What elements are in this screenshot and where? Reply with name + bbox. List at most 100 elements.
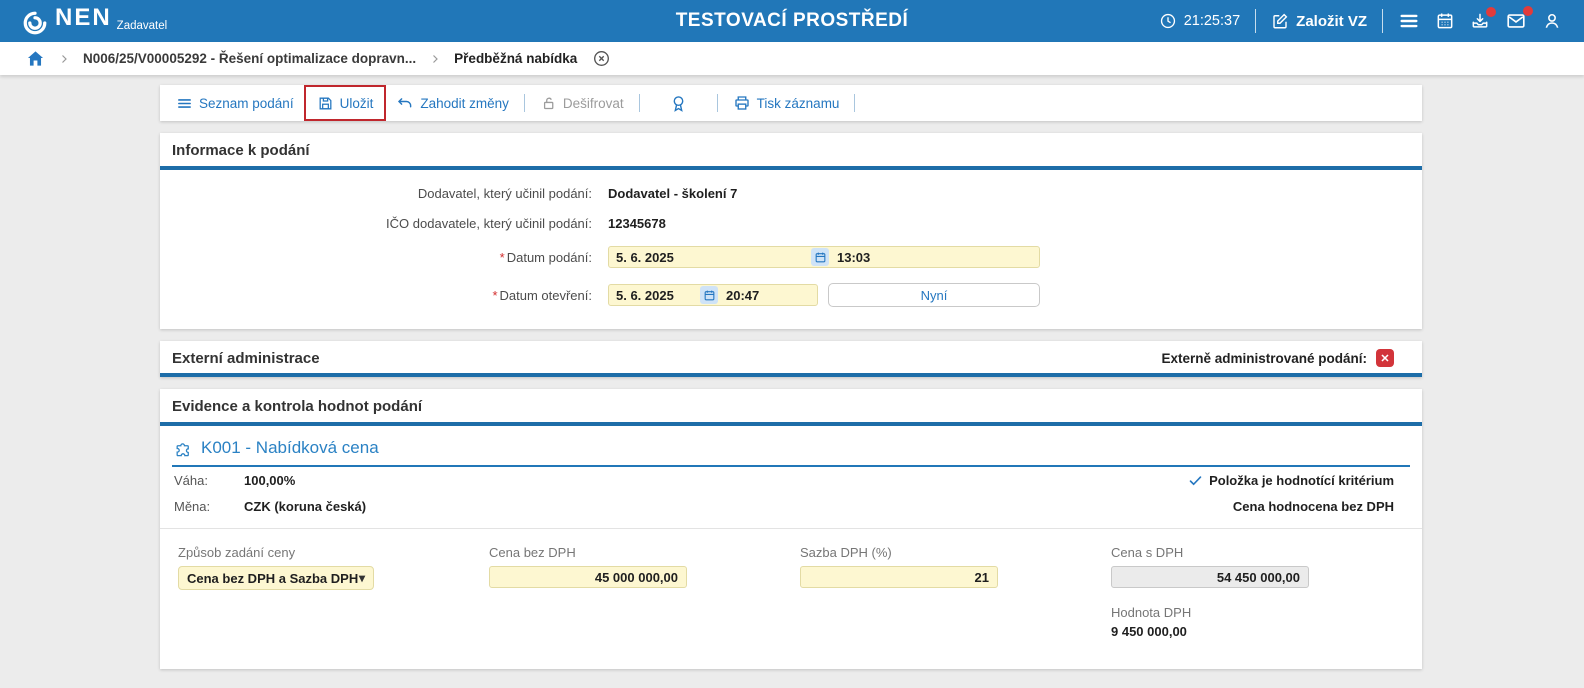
ico-label: IČO dodavatele, který učinil podání: [386, 216, 592, 231]
vat-rate-label: Sazba DPH (%) [800, 545, 892, 560]
chevron-down-icon: ▾ [358, 571, 365, 585]
save-label: Uložit [339, 95, 374, 111]
price-with-vat-column: Cena s DPH 54 450 000,00 Hodnota DPH 9 4… [1111, 545, 1422, 639]
vat-amount-label: Hodnota DPH [1111, 605, 1192, 620]
print-record-button[interactable]: Tisk záznamu [727, 94, 846, 112]
home-button[interactable] [26, 49, 45, 68]
now-button[interactable]: Nyní [828, 283, 1040, 307]
puzzle-icon [174, 439, 193, 458]
vat-amount-value: 9 450 000,00 [1111, 624, 1187, 639]
price-with-vat-label: Cena s DPH [1111, 545, 1184, 560]
seznam-podani-button[interactable]: Seznam podání [170, 95, 300, 112]
opening-datetime-field[interactable]: 5. 6. 2025 20:47 [608, 284, 818, 306]
unlock-icon [540, 95, 557, 112]
notification-dot [1523, 6, 1533, 16]
header-divider [1255, 9, 1257, 33]
inbox-downloads-button[interactable] [1470, 7, 1496, 31]
criterion-title[interactable]: K001 - Nabídková cena [201, 438, 379, 458]
user-profile-button[interactable] [1542, 11, 1562, 31]
evaluated-without-vat-label: Cena hodnocena bez DPH [1232, 499, 1394, 514]
price-without-vat-label: Cena bez DPH [489, 545, 576, 560]
messages-button[interactable] [1505, 6, 1533, 32]
price-entry-mode-column: Způsob zadání ceny Cena bez DPH a Sazba … [178, 545, 489, 639]
extern-flag: Externě administrované podání: ✕ [1161, 349, 1394, 367]
info-section: Informace k podání Dodavatel, který učin… [160, 133, 1422, 329]
breadcrumb-procurement[interactable]: N006/25/V00005292 - Řešení optimalizace … [83, 51, 416, 66]
decrypt-label: Dešifrovat [562, 95, 624, 111]
submission-date-label: * Datum podání: [499, 249, 592, 265]
brand-text: NEN [55, 4, 112, 31]
currency-label: Měna: [174, 499, 211, 514]
brand-subtitle: Zadavatel [116, 20, 168, 32]
list-icon [176, 95, 193, 112]
submission-date-value[interactable]: 5. 6. 2025 [616, 250, 811, 265]
supplier-row: Dodavatel, který učinil podání: Dodavate… [160, 186, 1422, 201]
calendar-field-icon [814, 251, 827, 264]
environment-title: TESTOVACÍ PROSTŘEDÍ [675, 10, 909, 31]
price-entry-mode-select[interactable]: Cena bez DPH a Sazba DPH ▾ [178, 566, 374, 590]
header-actions: 21:25:37 Založit VZ [1159, 6, 1562, 33]
extern-section: Externí administrace Externě administrov… [160, 341, 1422, 377]
close-tab-button[interactable] [592, 49, 611, 68]
weight-row: Váha: 100,00% Položka je hodnotící krité… [160, 467, 1422, 493]
create-vz-button[interactable]: Založit VZ [1271, 12, 1367, 30]
seal-button[interactable] [663, 94, 694, 113]
save-button[interactable]: Uložit [311, 95, 380, 112]
current-time: 21:25:37 [1183, 13, 1241, 29]
clock-icon [1159, 12, 1177, 30]
undo-icon [396, 94, 414, 112]
evidence-section-title: Evidence a kontrola hodnot podání [160, 389, 1422, 426]
weight-label: Váha: [174, 473, 208, 488]
price-without-vat-input[interactable]: 45 000 000,00 [489, 566, 687, 588]
opening-date-picker-button[interactable] [700, 286, 718, 304]
decrypt-button: Dešifrovat [534, 95, 630, 112]
extern-row: Externí administrace Externě administrov… [160, 341, 1422, 377]
nen-logo[interactable]: NEN Zadavatel [22, 6, 167, 36]
price-without-vat-column: Cena bez DPH 45 000 000,00 [489, 545, 800, 639]
top-header: NEN Zadavatel TESTOVACÍ PROSTŘEDÍ 21:25:… [0, 0, 1584, 42]
breadcrumb-current: Předběžná nabídka [454, 51, 578, 66]
supplier-value: Dodavatel - školení 7 [608, 186, 738, 201]
opening-time-value[interactable]: 20:47 [718, 288, 810, 303]
header-divider [1382, 9, 1383, 33]
nen-logo-icon [22, 6, 48, 36]
discard-changes-label: Zahodit změny [420, 95, 509, 111]
required-mark: * [499, 249, 505, 265]
save-button-highlight: Uložit [303, 85, 387, 121]
home-icon [26, 49, 45, 68]
ico-row: IČO dodavatele, který učinil podání: 123… [160, 216, 1422, 231]
create-vz-label: Založit VZ [1296, 12, 1367, 30]
edit-icon [1271, 12, 1289, 30]
submission-time-value[interactable]: 13:03 [829, 250, 1032, 265]
record-toolbar: Seznam podání Uložit Zahodit změny Dešif… [160, 85, 1422, 121]
opening-date-value[interactable]: 5. 6. 2025 [616, 288, 700, 303]
info-section-title: Informace k podání [160, 133, 1422, 170]
calendar-icon [1435, 11, 1455, 31]
submission-datetime-field[interactable]: 5. 6. 2025 13:03 [608, 246, 1040, 268]
menu-icon [1398, 10, 1420, 32]
calendar-button[interactable] [1435, 11, 1455, 31]
criterion-flag-label: Položka je hodnotící kritérium [1209, 473, 1394, 488]
submission-date-picker-button[interactable] [811, 248, 829, 266]
criterion-flag: Položka je hodnotící kritérium [1188, 473, 1394, 488]
price-entry-mode-label: Způsob zadání ceny [178, 545, 296, 560]
toolbar-divider [854, 94, 856, 112]
seal-icon [669, 94, 688, 113]
extern-flag-label: Externě administrované podání: [1161, 350, 1367, 366]
save-icon [317, 95, 334, 112]
info-section-body: Dodavatel, který učinil podání: Dodavate… [160, 170, 1422, 329]
supplier-label: Dodavatel, který učinil podání: [417, 186, 592, 201]
cross-badge-icon[interactable]: ✕ [1376, 349, 1394, 367]
chevron-right-icon [429, 53, 441, 65]
extern-section-title: Externí administrace [172, 349, 320, 367]
criterion-header: K001 - Nabídková cena [172, 426, 1410, 467]
main-menu-button[interactable] [1398, 10, 1420, 32]
currency-row: Měna: CZK (koruna česká) Cena hodnocena … [160, 493, 1422, 519]
check-icon [1188, 473, 1203, 488]
toolbar-divider [523, 94, 525, 112]
vat-rate-input[interactable]: 21 [800, 566, 998, 588]
notification-dot [1486, 7, 1496, 17]
vat-rate-column: Sazba DPH (%) 21 [800, 545, 1111, 639]
discard-changes-button[interactable]: Zahodit změny [390, 94, 515, 112]
price-form: Způsob zadání ceny Cena bez DPH a Sazba … [160, 529, 1422, 669]
